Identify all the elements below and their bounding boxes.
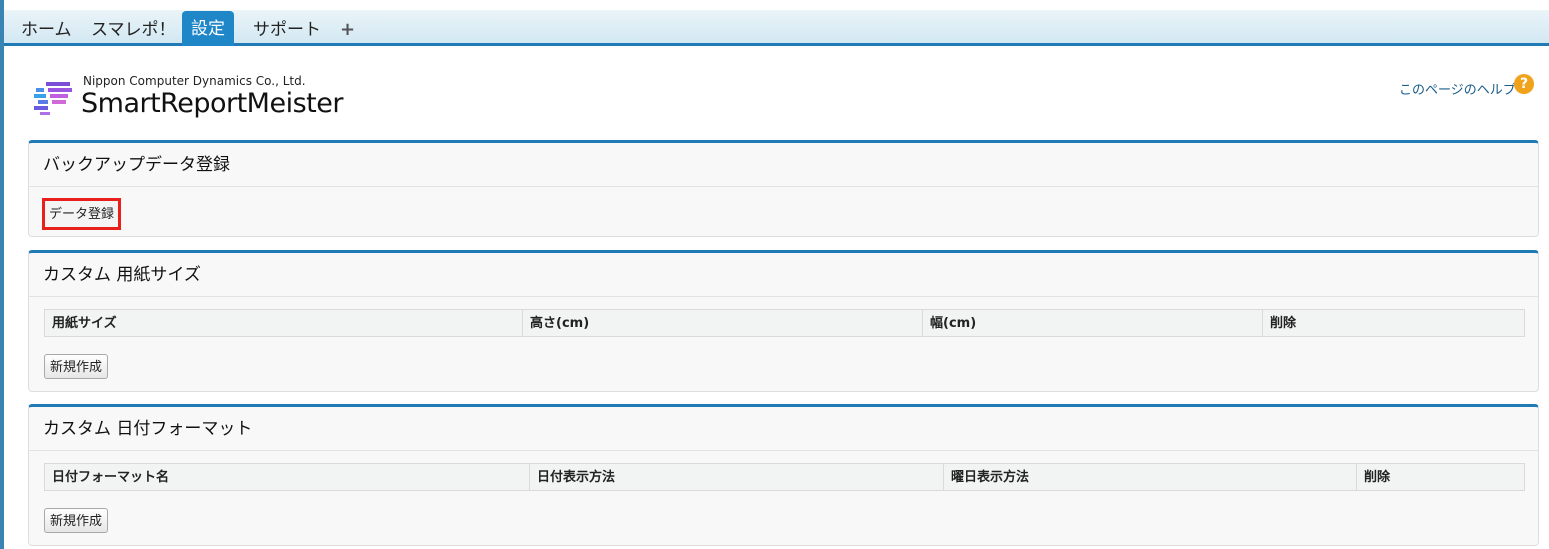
tab-smarepo[interactable]: スマレポ！ <box>91 14 176 46</box>
column-header-height: 高さ(cm) <box>522 310 922 337</box>
new-paper-size-button[interactable]: 新規作成 <box>44 354 109 379</box>
smartreport-logo-icon <box>34 82 72 115</box>
column-header-paper-size: 用紙サイズ <box>52 316 117 331</box>
tab-home[interactable]: ホーム <box>21 14 72 46</box>
new-date-format-button[interactable]: 新規作成 <box>44 508 109 533</box>
tab-settings[interactable]: 設定 <box>182 11 234 46</box>
column-header-delete: 削除 <box>1262 310 1526 337</box>
backup-panel-title: バックアップデータ登録 <box>29 143 1538 187</box>
column-header-format-name: 日付フォーマット名 <box>52 470 170 485</box>
column-header-width: 幅(cm) <box>922 310 1262 337</box>
column-header-delete: 削除 <box>1356 464 1526 491</box>
tab-bar: ホーム スマレポ！ 設定 サポート + <box>4 10 1549 46</box>
company-name: Nippon Computer Dynamics Co., Ltd. <box>83 74 306 88</box>
window-edge <box>0 0 4 549</box>
register-data-button[interactable]: データ登録 <box>42 198 122 230</box>
date-format-panel: カスタム 日付フォーマット 日付フォーマット名 日付表示方法 曜日表示方法 削除… <box>28 404 1539 546</box>
backup-panel: バックアップデータ登録 データ登録 <box>28 140 1539 237</box>
help-icon[interactable]: ? <box>1514 74 1534 94</box>
column-header-weekday-display: 曜日表示方法 <box>943 464 1356 491</box>
add-tab-icon[interactable]: + <box>340 14 355 46</box>
date-format-table-header: 日付フォーマット名 日付表示方法 曜日表示方法 削除 <box>44 463 1525 491</box>
product-title: SmartReportMeister <box>81 88 343 119</box>
help-link[interactable]: このページのヘルプ <box>1399 79 1516 98</box>
tab-support[interactable]: サポート <box>253 14 321 46</box>
date-format-panel-title: カスタム 日付フォーマット <box>29 407 1538 451</box>
paper-size-table-header: 用紙サイズ 高さ(cm) 幅(cm) 削除 <box>44 309 1525 337</box>
paper-size-panel-title: カスタム 用紙サイズ <box>29 253 1538 297</box>
paper-size-panel: カスタム 用紙サイズ 用紙サイズ 高さ(cm) 幅(cm) 削除 新規作成 <box>28 250 1539 392</box>
column-header-date-display: 日付表示方法 <box>529 464 943 491</box>
